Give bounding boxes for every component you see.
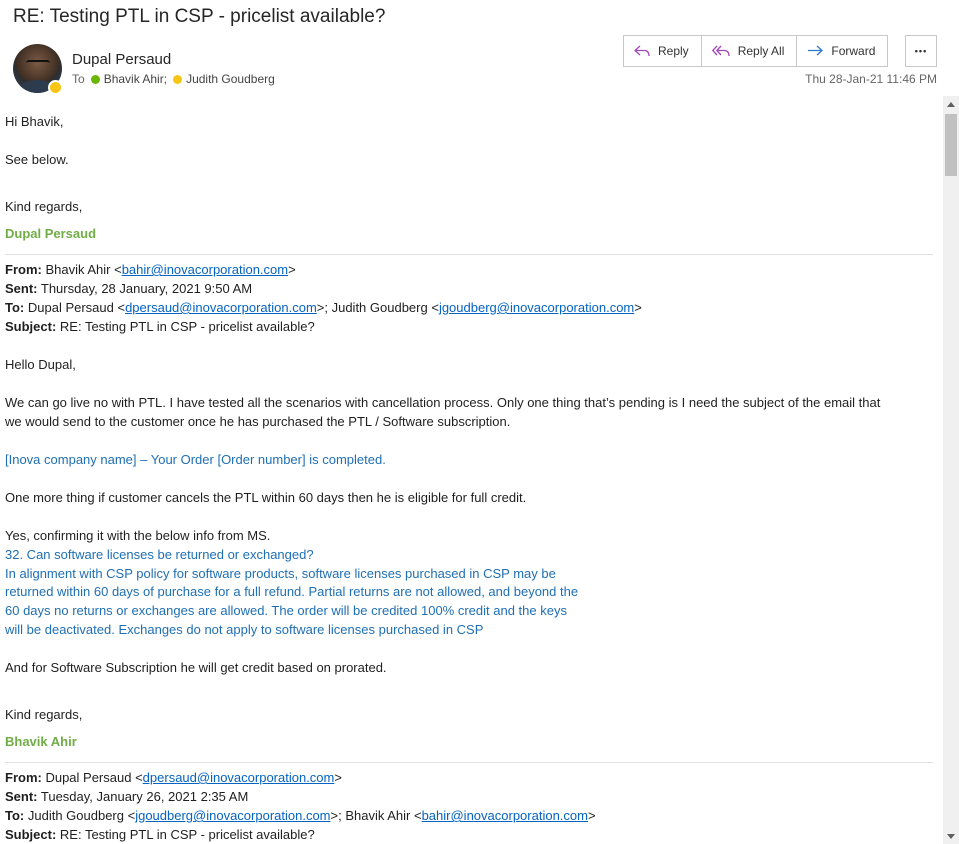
kind-regards: Kind regards,: [5, 199, 83, 214]
email-link[interactable]: dpersaud@inovacorporation.com: [143, 770, 335, 785]
reply-label: Reply: [658, 44, 689, 58]
quoted-to: To: Dupal Persaud <dpersaud@inovacorpora…: [5, 300, 642, 315]
reply-button[interactable]: Reply: [624, 36, 702, 66]
quoted-subject: Subject: RE: Testing PTL in CSP - pricel…: [5, 319, 315, 334]
chevron-up-icon: [947, 101, 955, 107]
greeting: Hi Bhavik,: [5, 114, 64, 129]
see-below: See below.: [5, 152, 69, 167]
quote-line-4: 60 days no returns or exchanges are allo…: [5, 603, 567, 618]
paragraph-3: Yes, confirming it with the below info f…: [5, 528, 271, 543]
forward-label: Forward: [831, 44, 876, 58]
presence-away-icon: [173, 74, 183, 84]
forward-icon: [808, 45, 824, 56]
vertical-scrollbar[interactable]: [943, 96, 959, 844]
quote-line-1: 32. Can software licenses be returned or…: [5, 547, 314, 562]
chevron-down-icon: [947, 833, 955, 839]
email-link[interactable]: bahir@inovacorporation.com: [122, 262, 288, 277]
quoted-from: From: Bhavik Ahir <bahir@inovacorporatio…: [5, 262, 296, 277]
email-link[interactable]: jgoudberg@inovacorporation.com: [439, 300, 634, 315]
signature-dupal: Dupal Persaud: [5, 226, 97, 241]
paragraph-1a: We can go live no with PTL. I have teste…: [5, 395, 881, 410]
forward-button[interactable]: Forward: [797, 36, 887, 66]
email-link[interactable]: dpersaud@inovacorporation.com: [125, 300, 317, 315]
quote-line-2: In alignment with CSP policy for softwar…: [5, 566, 556, 581]
paragraph-4: And for Software Subscription he will ge…: [5, 660, 387, 675]
more-icon: •••: [914, 46, 928, 56]
scroll-down-button[interactable]: [943, 828, 959, 844]
presence-available-icon: [90, 74, 100, 84]
divider-2: [5, 762, 933, 763]
quote-line-5: will be deactivated. Exchanges do not ap…: [5, 622, 484, 637]
divider: [5, 254, 933, 255]
quoted-sent-2: Sent: Tuesday, January 26, 2021 2:35 AM: [5, 789, 249, 804]
to-label: To: [72, 72, 85, 86]
presence-icon: [48, 80, 63, 95]
quote-line-3: returned within 60 days of purchase for …: [5, 584, 579, 599]
email-link[interactable]: bahir@inovacorporation.com: [422, 808, 588, 823]
scroll-up-button[interactable]: [943, 96, 959, 112]
response-button-group: Reply Reply All Forward: [623, 35, 889, 67]
paragraph-1b: we would send to the customer once he ha…: [5, 414, 511, 429]
reply-all-label: Reply All: [737, 44, 785, 58]
sent-date: Thu 28-Jan-21 11:46 PM: [805, 72, 937, 86]
quoted-from-2: From: Dupal Persaud <dpersaud@inovacorpo…: [5, 770, 342, 785]
sender-name[interactable]: Dupal Persaud: [72, 51, 171, 68]
reply-icon: [634, 45, 650, 57]
reply-all-button[interactable]: Reply All: [702, 36, 798, 66]
more-actions-button[interactable]: •••: [905, 35, 937, 67]
quoted-sent: Sent: Thursday, 28 January, 2021 9:50 AM: [5, 281, 253, 296]
quoted-to-2: To: Judith Goudberg <jgoudberg@inovacorp…: [5, 808, 596, 823]
reply-all-icon: [711, 45, 730, 57]
recipient-judith[interactable]: Judith Goudberg: [186, 72, 275, 86]
recipient-bhavik[interactable]: Bhavik Ahir;: [104, 72, 167, 86]
paragraph-2: One more thing if customer cancels the P…: [5, 490, 527, 505]
recipients-row: To Bhavik Ahir; Judith Goudberg: [72, 72, 275, 86]
email-link[interactable]: jgoudberg@inovacorporation.com: [135, 808, 330, 823]
email-subject: RE: Testing PTL in CSP - pricelist avail…: [13, 6, 386, 27]
scroll-thumb[interactable]: [945, 114, 957, 176]
kind-regards-2: Kind regards,: [5, 707, 83, 722]
hello-line: Hello Dupal,: [5, 357, 76, 372]
avatar-glasses: [26, 60, 50, 69]
quoted-subject-2: Subject: RE: Testing PTL in CSP - pricel…: [5, 827, 315, 842]
signature-bhavik: Bhavik Ahir: [5, 734, 77, 749]
order-subject-line: [Inova company name] – Your Order [Order…: [5, 452, 386, 467]
